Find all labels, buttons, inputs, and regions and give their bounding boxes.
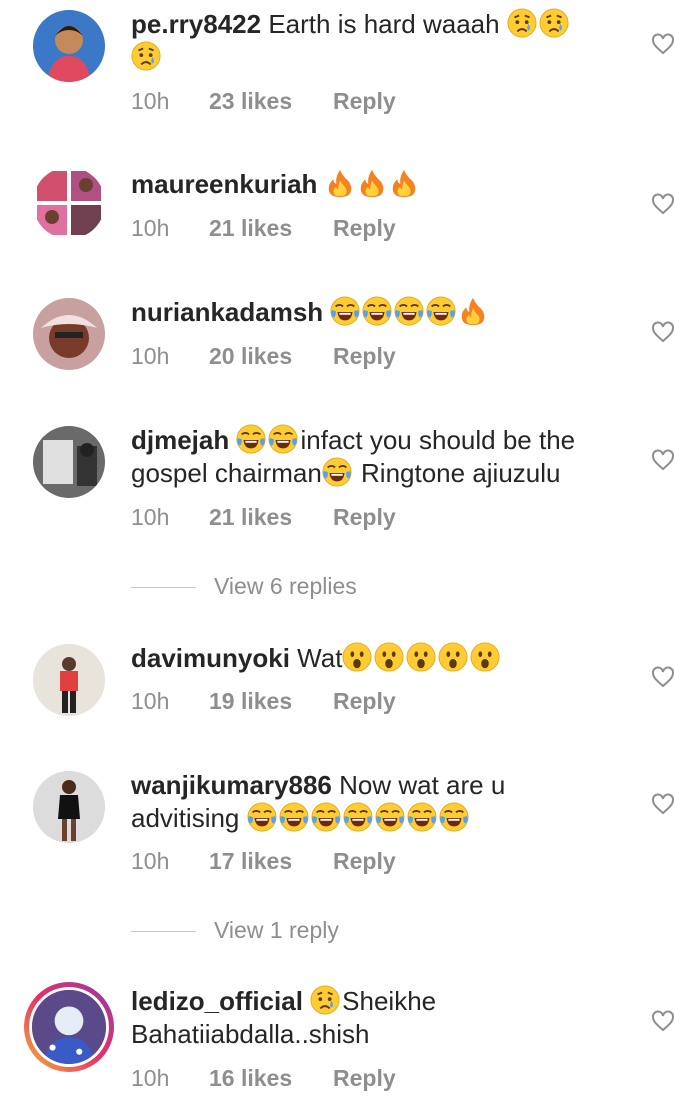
joy-emoji-icon	[279, 802, 309, 832]
heart-outline-icon[interactable]	[651, 449, 674, 471]
heart-outline-icon[interactable]	[651, 193, 674, 215]
comment-likes[interactable]: 21 likes	[209, 502, 333, 532]
sad-tear-emoji-icon	[539, 8, 569, 38]
comment-likes[interactable]: 21 likes	[209, 213, 333, 243]
comment-time: 10h	[131, 215, 170, 241]
joy-emoji-icon	[311, 802, 341, 832]
reply-button[interactable]: Reply	[333, 341, 396, 371]
heart-outline-icon[interactable]	[651, 1010, 674, 1032]
comment-meta: 10h 21 likes Reply	[131, 502, 396, 532]
replies-divider	[131, 587, 196, 589]
comment-likes[interactable]: 16 likes	[209, 1063, 333, 1093]
comment-text: Now wat are u	[339, 770, 506, 800]
reply-button[interactable]: Reply	[333, 686, 396, 716]
avatar	[29, 987, 109, 1067]
heart-outline-icon[interactable]	[651, 793, 674, 815]
comment-meta: 10h 21 likes Reply	[131, 213, 396, 243]
astonished-emoji-icon	[438, 642, 468, 672]
joy-emoji-icon	[322, 457, 352, 487]
comment-time: 10h	[131, 504, 170, 530]
comment-body: djmejah infact you should be the gospel …	[131, 424, 631, 490]
comment-username[interactable]: wanjikumary886	[131, 770, 332, 800]
comment-meta: 10h 19 likes Reply	[131, 686, 396, 716]
joy-emoji-icon	[375, 802, 405, 832]
astonished-emoji-icon	[406, 642, 436, 672]
comment-text: Ringtone ajiuzulu	[361, 458, 561, 488]
astonished-emoji-icon	[342, 642, 372, 672]
joy-emoji-icon	[268, 424, 298, 454]
heart-outline-icon[interactable]	[651, 33, 674, 55]
comment-text: Earth is hard waaah	[268, 9, 500, 39]
comment-text: Wat	[297, 643, 343, 673]
avatar[interactable]	[33, 167, 105, 239]
avatar[interactable]	[33, 771, 105, 843]
joy-emoji-icon	[426, 296, 456, 326]
reply-button[interactable]: Reply	[333, 213, 396, 243]
comment-text: advitising	[131, 803, 240, 833]
view-replies-label[interactable]: View 1 reply	[214, 917, 339, 943]
reply-button[interactable]: Reply	[333, 846, 396, 876]
comment-likes[interactable]: 17 likes	[209, 846, 333, 876]
avatar-story-ring[interactable]	[24, 982, 114, 1072]
avatar[interactable]	[33, 426, 105, 498]
joy-emoji-icon	[394, 296, 424, 326]
replies-divider	[131, 931, 196, 933]
comment-body: davimunyoki Wat	[131, 642, 631, 675]
comment-time: 10h	[131, 1065, 170, 1091]
comment-username[interactable]: ledizo_official	[131, 986, 303, 1016]
comment-meta: 10h 23 likes Reply	[131, 86, 396, 116]
view-replies-label[interactable]: View 6 replies	[214, 573, 357, 599]
comment-text: Sheikhe	[342, 986, 437, 1016]
joy-emoji-icon	[247, 802, 277, 832]
comment-likes[interactable]: 19 likes	[209, 686, 333, 716]
reply-button[interactable]: Reply	[333, 86, 396, 116]
reply-button[interactable]: Reply	[333, 502, 396, 532]
sad-tear-emoji-icon	[310, 985, 340, 1015]
comment-body: pe.rry8422 Earth is hard waaah	[131, 8, 631, 74]
astonished-emoji-icon	[374, 642, 404, 672]
comment-text: Bahatiiabdalla..shish	[131, 1019, 370, 1049]
sad-tear-emoji-icon	[507, 8, 537, 38]
view-replies-button[interactable]: View 1 reply	[131, 915, 339, 945]
heart-outline-icon[interactable]	[651, 666, 674, 688]
fire-emoji-icon	[458, 296, 488, 326]
joy-emoji-icon	[439, 802, 469, 832]
comment-body: maureenkuriah	[131, 168, 631, 201]
comment-body: wanjikumary886 Now wat are u advitising	[131, 769, 631, 835]
comment-meta: 10h 20 likes Reply	[131, 341, 396, 371]
joy-emoji-icon	[362, 296, 392, 326]
comment-time: 10h	[131, 688, 170, 714]
joy-emoji-icon	[330, 296, 360, 326]
comment-time: 10h	[131, 848, 170, 874]
comment-body: nuriankadamsh	[131, 296, 631, 329]
comment-username[interactable]: pe.rry8422	[131, 9, 261, 39]
view-replies-button[interactable]: View 6 replies	[131, 571, 357, 601]
avatar[interactable]	[33, 298, 105, 370]
comment-likes[interactable]: 23 likes	[209, 86, 333, 116]
comment-time: 10h	[131, 343, 170, 369]
fire-emoji-icon	[389, 168, 419, 198]
heart-outline-icon[interactable]	[651, 321, 674, 343]
comment-username[interactable]: davimunyoki	[131, 643, 290, 673]
avatar[interactable]	[33, 10, 105, 82]
comment-time: 10h	[131, 88, 170, 114]
sad-tear-emoji-icon	[131, 41, 161, 71]
joy-emoji-icon	[343, 802, 373, 832]
comment-username[interactable]: djmejah	[131, 425, 229, 455]
fire-emoji-icon	[357, 168, 387, 198]
avatar[interactable]	[33, 644, 105, 716]
comment-body: ledizo_official Sheikhe Bahatiiabdalla..…	[131, 985, 631, 1051]
joy-emoji-icon	[236, 424, 266, 454]
comments-list: pe.rry8422 Earth is hard waaah 10h 23 lik…	[0, 0, 674, 1109]
fire-emoji-icon	[325, 168, 355, 198]
comment-username[interactable]: nuriankadamsh	[131, 297, 323, 327]
reply-button[interactable]: Reply	[333, 1063, 396, 1093]
comment-meta: 10h 16 likes Reply	[131, 1063, 396, 1093]
joy-emoji-icon	[407, 802, 437, 832]
comment-meta: 10h 17 likes Reply	[131, 846, 396, 876]
astonished-emoji-icon	[470, 642, 500, 672]
comment-username[interactable]: maureenkuriah	[131, 169, 317, 199]
comment-likes[interactable]: 20 likes	[209, 341, 333, 371]
